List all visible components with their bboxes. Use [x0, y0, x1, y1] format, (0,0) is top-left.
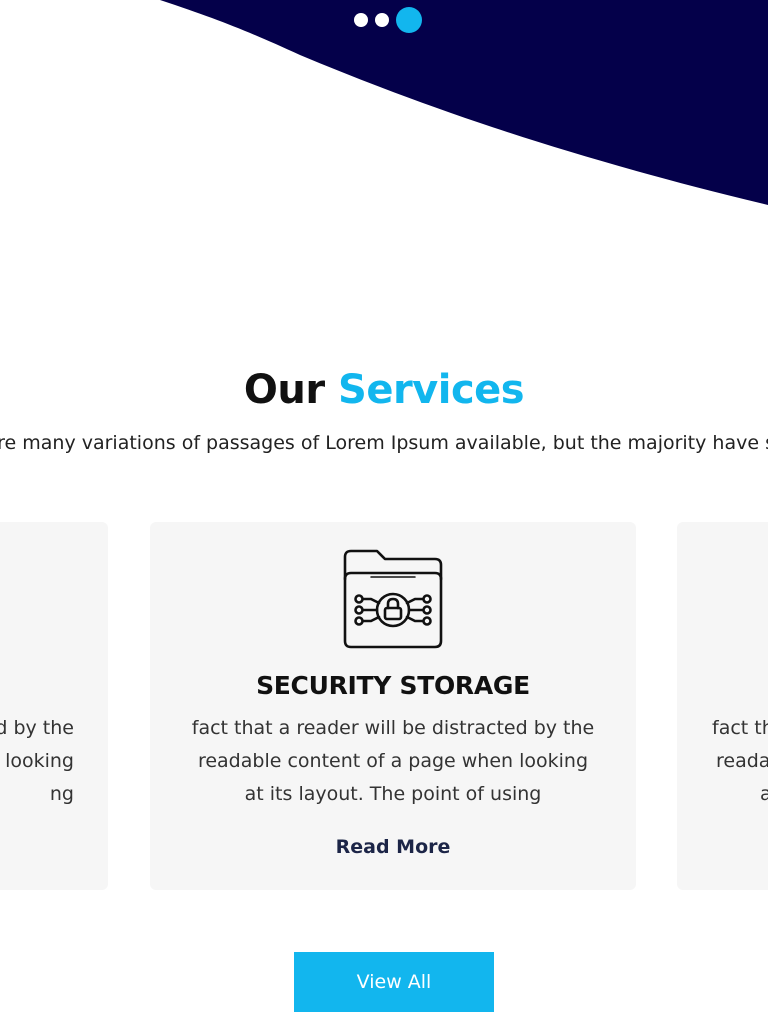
- service-card-right-line-3: a: [760, 783, 768, 805]
- services-description: There are many variations of passages of…: [0, 432, 768, 454]
- service-card-left-line-1: d by the: [0, 717, 74, 739]
- service-card-text: fact that a reader will be distracted by…: [180, 712, 606, 811]
- carousel-dot-1[interactable]: [354, 13, 368, 27]
- carousel-dot-2[interactable]: [375, 13, 389, 27]
- service-card-right-line-1: fact th: [712, 717, 768, 739]
- service-card-security-storage: SECURITY STORAGE fact that a reader will…: [150, 522, 636, 890]
- service-card-left-line-2: looking: [5, 750, 74, 772]
- services-heading-dark: Our: [243, 367, 325, 413]
- carousel-dots: [354, 7, 422, 33]
- view-all-button[interactable]: View All: [294, 952, 494, 1012]
- services-heading: Our Services: [0, 365, 768, 415]
- secure-folder-lock-icon: [343, 549, 443, 649]
- read-more-link[interactable]: Read More: [150, 832, 636, 862]
- services-page: Our Services There are many variations o…: [0, 0, 768, 1024]
- service-card-left-text: d by the looking ng: [0, 712, 74, 811]
- service-card-left: d by the looking ng: [0, 522, 108, 890]
- service-card-line-1: fact that a reader will be distracted by…: [191, 717, 595, 739]
- service-card-left-line-3: ng: [49, 783, 74, 805]
- service-card-right: fact th reada a: [677, 522, 768, 890]
- service-card-right-line-2: reada: [716, 750, 768, 772]
- services-heading-accent: Services: [338, 367, 525, 413]
- service-card-line-3: at its layout. The point of using: [244, 783, 542, 805]
- service-card-line-2: readable content of a page when looking: [197, 750, 589, 772]
- service-card-right-text: fact th reada a: [712, 712, 768, 811]
- carousel-dot-3-active[interactable]: [396, 7, 422, 33]
- service-card-title: SECURITY STORAGE: [256, 671, 530, 700]
